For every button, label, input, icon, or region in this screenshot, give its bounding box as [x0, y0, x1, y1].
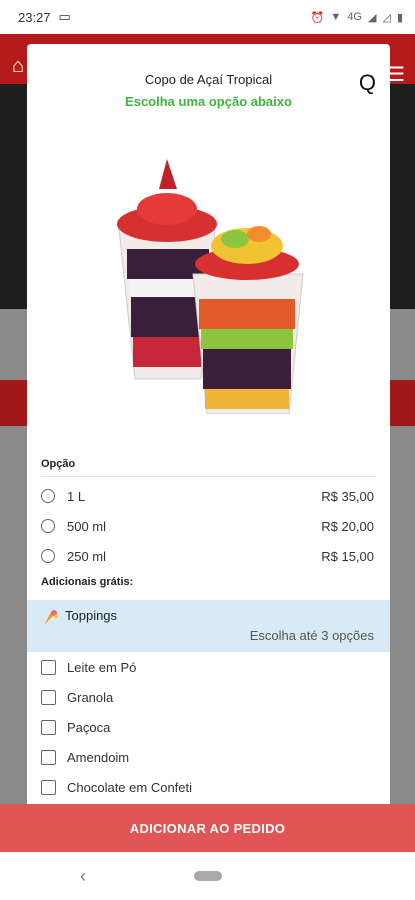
option-label: 500 ml	[67, 518, 107, 534]
extra-option-granola[interactable]: Granola	[41, 686, 113, 708]
extra-option-chocolate-em-confeti[interactable]: Chocolate em Confeti	[41, 776, 192, 798]
checkbox[interactable]	[41, 749, 56, 765]
option-label: 1 L	[67, 488, 86, 504]
divider	[41, 476, 376, 477]
radio-button[interactable]	[41, 549, 55, 563]
option-price: R$ 35,00	[321, 488, 374, 504]
radio-button[interactable]	[41, 519, 55, 533]
laptop-icon: ▭	[58, 9, 71, 24]
option-row-1l[interactable]: 1 L R$ 35,00	[41, 484, 374, 508]
extra-option-label: Chocolate em Confeti	[67, 779, 193, 795]
ice-cream-cone-icon	[44, 610, 58, 625]
extra-option-label: Granola	[67, 689, 114, 705]
home-icon: ⌂	[12, 55, 25, 77]
toppings-group-header: Toppings Escolha até 3 opções	[27, 600, 390, 652]
product-title: Copo de Açaí Tropical	[144, 72, 273, 87]
toppings-label: Toppings	[65, 608, 118, 623]
signal-icon: ◢	[368, 11, 377, 24]
option-price: R$ 20,00	[321, 518, 374, 534]
options-section-label: Opção	[41, 458, 76, 470]
home-pill-icon[interactable]	[194, 871, 222, 881]
extra-option-label: Amendoim	[67, 749, 130, 765]
option-price: R$ 15,00	[321, 548, 374, 564]
signal-icon-2: ◿	[382, 11, 391, 24]
checkbox[interactable]	[41, 779, 56, 795]
extra-option-amendoim[interactable]: Amendoim	[41, 746, 129, 768]
battery-icon: ▮	[396, 11, 403, 24]
back-icon[interactable]: ‹	[80, 866, 86, 887]
option-row-500ml[interactable]: 500 ml R$ 20,00	[41, 514, 374, 538]
extras-section-label: Adicionais grátis:	[41, 576, 134, 588]
checkbox[interactable]	[41, 719, 56, 735]
product-image	[117, 159, 304, 414]
option-row-250ml[interactable]: 250 ml R$ 15,00	[41, 544, 374, 568]
wifi-icon: ▼	[330, 11, 342, 23]
option-label: 250 ml	[67, 548, 107, 564]
checkbox[interactable]	[41, 689, 56, 705]
toppings-hint: Escolha até 3 opções	[249, 628, 374, 643]
extra-option-leite-em-po[interactable]: Leite em Pó	[41, 656, 136, 678]
status-time: 23:27	[18, 9, 51, 25]
radio-button[interactable]	[41, 489, 55, 503]
product-subtitle: Escolha uma opção abaixo	[125, 94, 292, 109]
android-nav-bar: ‹	[0, 852, 415, 900]
extra-option-label: Leite em Pó	[67, 659, 137, 675]
checkbox[interactable]	[41, 659, 56, 675]
extra-option-pacoca[interactable]: Paçoca	[41, 716, 110, 738]
add-to-order-button[interactable]: ADICIONAR AO PEDIDO	[0, 804, 415, 852]
extra-option-label: Paçoca	[67, 719, 111, 735]
status-bar: 23:27 ▭ ⏰ ▼ 4G ◢ ◿ ▮	[0, 0, 415, 34]
product-modal: Copo de Açaí Tropical Escolha uma opção …	[27, 44, 390, 804]
close-button[interactable]: Q	[359, 70, 376, 96]
alarm-icon: ⏰	[310, 11, 325, 24]
network-label: 4G	[347, 11, 362, 23]
